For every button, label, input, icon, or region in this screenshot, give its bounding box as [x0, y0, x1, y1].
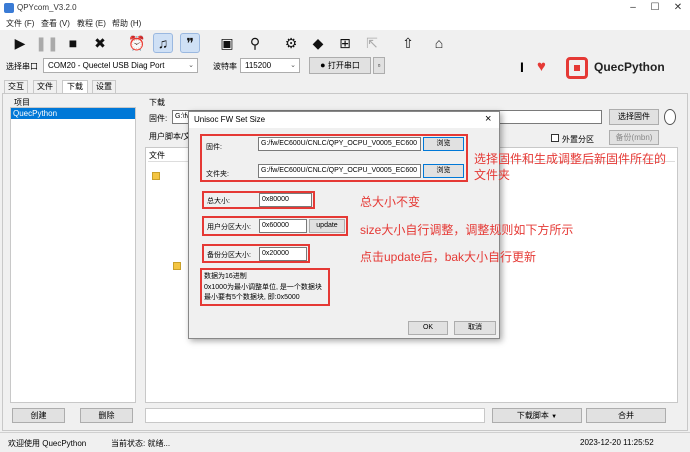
status-state: 当前状态: 就绪...	[111, 439, 171, 448]
heart-icon: ♥	[537, 58, 546, 75]
baud-select[interactable]: 115200 ⌄	[240, 58, 300, 73]
chevron-down-icon: ⌄	[290, 62, 296, 69]
close-x-icon[interactable]: ✖	[90, 33, 110, 53]
dialog-firmware-field[interactable]: G:/fw/EC600U/CNLC/QPY_OCPU_V0005_EC600	[258, 137, 421, 151]
menu-tutorial[interactable]: 教程 (E)	[77, 18, 106, 29]
browse-firmware-button[interactable]: 浏览	[423, 137, 464, 151]
note-line: 最小要有5个数据块, 即:0x5000	[204, 294, 300, 301]
tab-download[interactable]: 下载	[62, 80, 88, 94]
baud-value: 115200	[245, 61, 272, 70]
project-list[interactable]: QuecPython	[10, 107, 136, 403]
scripts-label: 用户脚本/文	[149, 132, 192, 141]
chevron-down-icon: ▼	[551, 414, 558, 420]
brand-name: QuecPython	[594, 60, 665, 74]
download-header: 下载	[149, 98, 165, 107]
total-size-label: 总大小:	[207, 198, 230, 205]
annotation-update: 点击update后，bak大小自行更新	[360, 250, 537, 264]
quote-icon[interactable]: ❞	[180, 33, 200, 53]
export-icon[interactable]: ⇱	[362, 33, 382, 53]
download-script-label: 下载脚本	[516, 411, 549, 420]
script-path-field[interactable]	[145, 408, 485, 423]
annotation-size: size大小自行调整，调整规则如下方所示	[360, 223, 574, 237]
firmware-label: 固件:	[149, 114, 168, 123]
firmware-status-icon	[664, 109, 676, 125]
menu-bar: 文件 (F) 查看 (V) 教程 (E) 帮助 (H)	[0, 16, 690, 30]
dialog-close-icon[interactable]: ×	[485, 113, 491, 125]
app-icon	[4, 3, 14, 13]
maximize-icon[interactable]: ☐	[644, 1, 666, 15]
download-script-button[interactable]: 下载脚本 ▼	[492, 408, 582, 423]
tab-file[interactable]: 文件	[33, 80, 57, 93]
annotation-total: 总大小不变	[360, 195, 421, 209]
search-icon[interactable]: ⚲	[245, 33, 265, 53]
chevron-down-icon: ⌄	[188, 62, 194, 69]
dialog-title-bar: Unisoc FW Set Size ×	[189, 112, 499, 128]
cube-icon[interactable]: ◆	[308, 33, 328, 53]
merge-button[interactable]: 合并	[586, 408, 666, 423]
backup-checkbox-label: 外置分区	[562, 135, 594, 144]
ok-button[interactable]: OK	[408, 321, 448, 335]
folder-icon	[173, 262, 181, 270]
dialog-folder-field[interactable]: G:/fw/EC600U/CNLC/QPY_OCPU_V0005_EC600	[258, 164, 421, 178]
stop-icon[interactable]: ■	[63, 33, 83, 53]
alarm-icon[interactable]: ⏰	[127, 33, 147, 53]
open-port-label: 打开串口	[327, 61, 360, 70]
pause-icon[interactable]: ❚❚	[35, 33, 58, 53]
file-header: 文件	[149, 151, 165, 160]
note-line: 数据为16进制	[204, 273, 247, 280]
port-value: COM20 - Quectel USB Diag Port	[48, 61, 165, 70]
create-button[interactable]: 创建	[12, 408, 65, 423]
status-bar: 欢迎使用 QuecPython 当前状态: 就绪... 2023-12-20 1…	[0, 432, 690, 452]
annotation-firmware-2: 文件夹	[474, 168, 511, 182]
backup-mbn-button[interactable]: 备份(mbn)	[609, 130, 659, 145]
menu-help[interactable]: 帮助 (H)	[112, 18, 141, 29]
browse-folder-button[interactable]: 浏览	[423, 164, 464, 178]
save-icon[interactable]: ▣	[217, 33, 237, 53]
port-select[interactable]: COM20 - Quectel USB Diag Port ⌄	[43, 58, 198, 73]
port-more-button[interactable]: ▫	[373, 57, 385, 74]
title-bar: QPYcom_V3.2.0 – ☐ ✕	[0, 0, 690, 16]
headset-icon[interactable]: ♫	[153, 33, 173, 53]
tab-settings[interactable]: 设置	[92, 80, 116, 93]
annotation-firmware: 选择固件和生成调整后新固件所在的	[474, 152, 667, 166]
window-title: QPYcom_V3.2.0	[17, 3, 77, 12]
backup-partition-label: 备份分区大小:	[207, 252, 251, 259]
backup-checkbox[interactable]	[551, 134, 559, 142]
cursor-icon: I	[520, 59, 524, 75]
port-label: 选择串口	[6, 62, 38, 71]
tab-interact[interactable]: 交互	[4, 80, 28, 93]
folder-icon	[152, 172, 160, 180]
toolbox-icon[interactable]: ⌂	[429, 33, 449, 53]
project-item[interactable]: QuecPython	[11, 108, 135, 119]
status-welcome: 欢迎使用 QuecPython	[8, 439, 87, 448]
user-partition-field[interactable]: 0x60000	[259, 219, 307, 233]
backup-partition-field[interactable]: 0x20000	[259, 247, 307, 261]
quecpython-logo-icon	[566, 57, 588, 79]
play-icon[interactable]: ▶	[10, 33, 30, 53]
baud-label: 波特率	[213, 62, 237, 71]
status-datetime: 2023-12-20 11:25:52	[580, 438, 654, 447]
open-port-button[interactable]: ● 打开串口	[309, 57, 371, 74]
update-button[interactable]: update	[309, 219, 345, 233]
gear-icon[interactable]: ⚙	[281, 33, 301, 53]
dialog-firmware-label: 固件:	[206, 144, 222, 151]
menu-view[interactable]: 查看 (V)	[41, 18, 70, 29]
cancel-button[interactable]: 取消	[454, 321, 496, 335]
dialog-title: Unisoc FW Set Size	[194, 115, 266, 124]
dialog-folder-label: 文件夹:	[206, 171, 229, 178]
user-partition-label: 用户分区大小:	[207, 224, 251, 231]
minimize-icon[interactable]: –	[622, 1, 644, 15]
record-icon: ●	[320, 60, 326, 70]
note-line: 0x1000为最小调整单位, 是一个数据块	[204, 284, 322, 291]
close-icon[interactable]: ✕	[667, 1, 689, 15]
toolbar: ▶ ❚❚ ■ ✖ ⏰ ♫ ❞ ▣ ⚲ ⚙ ◆ ⊞ ⇱ ⇧ ⌂	[0, 30, 690, 56]
plus-icon[interactable]: ⊞	[335, 33, 355, 53]
delete-button[interactable]: 删除	[80, 408, 133, 423]
menu-file[interactable]: 文件 (F)	[6, 18, 34, 29]
upload-icon[interactable]: ⇧	[398, 33, 418, 53]
select-firmware-button[interactable]: 选择固件	[609, 109, 659, 125]
total-size-field[interactable]: 0x80000	[259, 193, 312, 207]
